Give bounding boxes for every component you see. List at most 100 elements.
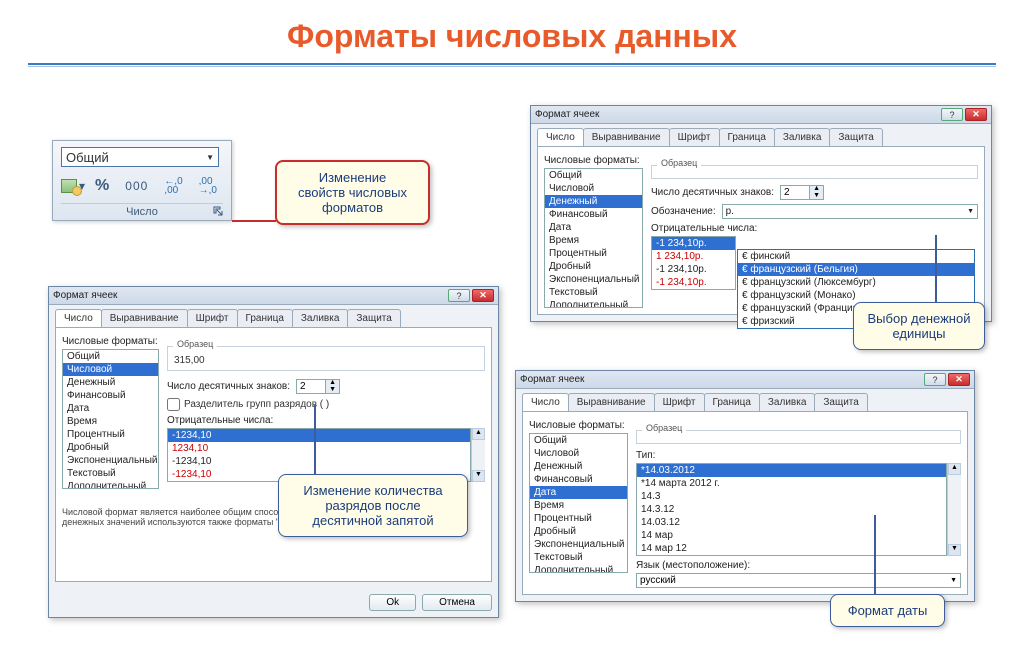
- tab-number[interactable]: Число: [522, 393, 569, 411]
- list-item[interactable]: Дополнительный: [530, 564, 627, 573]
- help-button[interactable]: ?: [941, 108, 963, 121]
- tab-number[interactable]: Число: [537, 128, 584, 146]
- cancel-button[interactable]: Отмена: [422, 594, 492, 611]
- titlebar[interactable]: Формат ячеек ? ✕: [531, 106, 991, 124]
- list-item[interactable]: Время: [530, 499, 627, 512]
- list-item[interactable]: 14.3: [637, 490, 946, 503]
- number-format-list[interactable]: Общий Числовой Денежный Финансовый Дата …: [529, 433, 628, 573]
- list-item[interactable]: Экспоненциальный: [530, 538, 627, 551]
- list-item[interactable]: Дробный: [530, 525, 627, 538]
- list-item[interactable]: -1234,10: [168, 455, 470, 468]
- tab-border[interactable]: Граница: [719, 128, 775, 146]
- list-item[interactable]: Числовой: [545, 182, 642, 195]
- list-item[interactable]: -1234,10: [168, 429, 470, 442]
- list-item[interactable]: Числовой: [530, 447, 627, 460]
- list-item[interactable]: Время: [63, 415, 158, 428]
- decimals-input[interactable]: [781, 186, 809, 199]
- list-item[interactable]: Дополнительный: [545, 299, 642, 308]
- list-item[interactable]: Процентный: [545, 247, 642, 260]
- tab-protection[interactable]: Защита: [814, 393, 867, 411]
- list-item[interactable]: 1234,10: [168, 442, 470, 455]
- list-item[interactable]: Общий: [545, 169, 642, 182]
- list-item[interactable]: Текстовый: [545, 286, 642, 299]
- tab-font[interactable]: Шрифт: [654, 393, 705, 411]
- decimals-input[interactable]: [297, 380, 325, 393]
- decimals-spinner[interactable]: ▲▼: [780, 185, 824, 200]
- list-item[interactable]: Дополнительный: [63, 480, 158, 489]
- tab-alignment[interactable]: Выравнивание: [101, 309, 188, 327]
- list-item[interactable]: Финансовый: [530, 473, 627, 486]
- list-item[interactable]: *14.03.2012: [637, 464, 946, 477]
- list-item[interactable]: Дата: [545, 221, 642, 234]
- list-item[interactable]: Финансовый: [545, 208, 642, 221]
- close-button[interactable]: ✕: [965, 108, 987, 121]
- thousands-checkbox[interactable]: Разделитель групп разрядов ( ): [167, 398, 485, 411]
- ok-button[interactable]: Ok: [369, 594, 416, 611]
- list-item[interactable]: 14 мар 12: [637, 542, 946, 555]
- number-format-list[interactable]: Общий Числовой Денежный Финансовый Дата …: [62, 349, 159, 489]
- tab-font[interactable]: Шрифт: [669, 128, 720, 146]
- list-item[interactable]: -1 234,10р.: [652, 237, 735, 250]
- list-item[interactable]: Общий: [530, 434, 627, 447]
- list-item[interactable]: Дата: [530, 486, 627, 499]
- spinner-down[interactable]: ▼: [326, 387, 339, 394]
- currency-symbol-select[interactable]: р. ▼: [722, 204, 978, 219]
- tab-border[interactable]: Граница: [237, 309, 293, 327]
- list-item[interactable]: Денежный: [530, 460, 627, 473]
- list-item[interactable]: 1 234,10р.: [652, 250, 735, 263]
- dialog-launcher-icon[interactable]: [213, 206, 223, 216]
- list-item[interactable]: 14.03.12: [637, 516, 946, 529]
- list-item[interactable]: Процентный: [530, 512, 627, 525]
- decimals-spinner[interactable]: ▲▼: [296, 379, 340, 394]
- list-item[interactable]: -1 234,10р.: [652, 276, 735, 289]
- titlebar[interactable]: Формат ячеек ? ✕: [49, 287, 498, 305]
- number-format-list[interactable]: Общий Числовой Денежный Финансовый Дата …: [544, 168, 643, 308]
- tab-alignment[interactable]: Выравнивание: [583, 128, 670, 146]
- list-item[interactable]: Процентный: [63, 428, 158, 441]
- close-button[interactable]: ✕: [948, 373, 970, 386]
- increase-decimal-button[interactable]: ←,0,00: [160, 175, 186, 197]
- list-item[interactable]: Экспоненциальный: [545, 273, 642, 286]
- help-button[interactable]: ?: [924, 373, 946, 386]
- list-item[interactable]: Дата: [63, 402, 158, 415]
- decrease-decimal-button[interactable]: ,00→,0: [195, 175, 221, 197]
- list-item[interactable]: 14.3.12: [637, 503, 946, 516]
- currency-button[interactable]: ▾: [61, 179, 85, 193]
- list-item[interactable]: Дробный: [545, 260, 642, 273]
- tab-fill[interactable]: Заливка: [774, 128, 831, 146]
- tab-fill[interactable]: Заливка: [292, 309, 349, 327]
- tab-protection[interactable]: Защита: [347, 309, 400, 327]
- number-format-dropdown[interactable]: Общий ▼: [61, 147, 219, 167]
- list-item[interactable]: 14 мар: [637, 529, 946, 542]
- tab-border[interactable]: Граница: [704, 393, 760, 411]
- percent-button[interactable]: %: [91, 175, 113, 197]
- list-item[interactable]: € французский (Монако): [738, 289, 974, 302]
- close-button[interactable]: ✕: [472, 289, 494, 302]
- list-item[interactable]: Текстовый: [530, 551, 627, 564]
- date-type-list[interactable]: *14.03.2012 *14 марта 2012 г. 14.3 14.3.…: [636, 463, 947, 556]
- locale-select[interactable]: русский ▼: [636, 573, 961, 588]
- scrollbar[interactable]: ▲▼: [471, 428, 485, 482]
- list-item[interactable]: Денежный: [545, 195, 642, 208]
- tab-protection[interactable]: Защита: [829, 128, 882, 146]
- list-item[interactable]: *14 марта 2012 г.: [637, 477, 946, 490]
- checkbox-input[interactable]: [167, 398, 180, 411]
- list-item[interactable]: Числовой: [63, 363, 158, 376]
- list-item[interactable]: Экспоненциальный: [63, 454, 158, 467]
- help-button[interactable]: ?: [448, 289, 470, 302]
- list-item[interactable]: € французский (Бельгия): [738, 263, 974, 276]
- list-item[interactable]: Общий: [63, 350, 158, 363]
- thousand-sep-button[interactable]: 000: [121, 177, 152, 195]
- list-item[interactable]: € французский (Люксембург): [738, 276, 974, 289]
- tab-number[interactable]: Число: [55, 309, 102, 327]
- negative-list[interactable]: -1 234,10р. 1 234,10р. -1 234,10р. -1 23…: [651, 236, 736, 290]
- list-item[interactable]: Финансовый: [63, 389, 158, 402]
- list-item[interactable]: Дробный: [63, 441, 158, 454]
- tab-font[interactable]: Шрифт: [187, 309, 238, 327]
- list-item[interactable]: Текстовый: [63, 467, 158, 480]
- tab-alignment[interactable]: Выравнивание: [568, 393, 655, 411]
- spinner-down[interactable]: ▼: [810, 193, 823, 200]
- tab-fill[interactable]: Заливка: [759, 393, 816, 411]
- list-item[interactable]: -1 234,10р.: [652, 263, 735, 276]
- titlebar[interactable]: Формат ячеек ? ✕: [516, 371, 974, 389]
